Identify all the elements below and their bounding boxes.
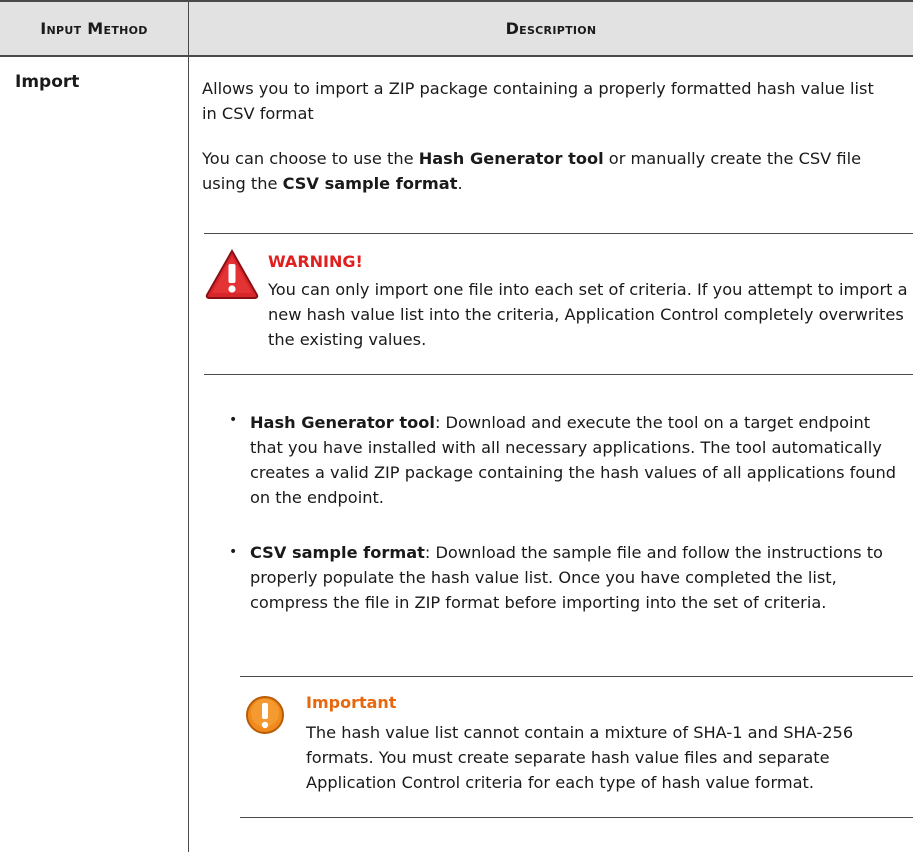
bullet-hash-generator: Hash Generator tool: Download and execut… [250, 410, 900, 510]
description-paragraph-2: You can choose to use the Hash Generator… [202, 146, 902, 196]
column-divider [188, 0, 189, 852]
important-body: The hash value list cannot contain a mix… [306, 723, 854, 792]
table-header-row: Input Method Description [0, 0, 913, 57]
important-exclamation-icon [246, 696, 284, 734]
input-method-table: Input Method Description Import Allows y… [0, 0, 913, 852]
header-input-method: Input Method [40, 19, 148, 38]
warning-triangle-icon [205, 248, 259, 299]
important-bottom-rule [240, 817, 913, 818]
warning-title: WARNING! [268, 252, 363, 271]
bullet-csv-sample: CSV sample format: Download the sample f… [250, 540, 900, 615]
warning-top-rule [204, 233, 913, 234]
description-paragraph-1: Allows you to import a ZIP package conta… [202, 79, 874, 123]
header-description: Description [505, 19, 597, 38]
bullet-term: CSV sample format [250, 543, 425, 562]
bullet-term: Hash Generator tool [250, 413, 435, 432]
warning-bottom-rule [204, 374, 913, 375]
bullet-dot: • [229, 412, 238, 428]
bullet-dot: • [229, 544, 238, 560]
para2-suffix: . [457, 174, 463, 193]
warning-body: You can only import one file into each s… [268, 280, 908, 349]
important-title: Important [306, 693, 397, 712]
method-cell-import: Import [15, 72, 80, 92]
important-top-rule [240, 676, 913, 677]
para2-prefix: You can choose to use the [202, 149, 419, 168]
para2-bold-csv-sample: CSV sample format [282, 174, 458, 193]
para2-bold-hash-generator: Hash Generator tool [418, 149, 604, 168]
